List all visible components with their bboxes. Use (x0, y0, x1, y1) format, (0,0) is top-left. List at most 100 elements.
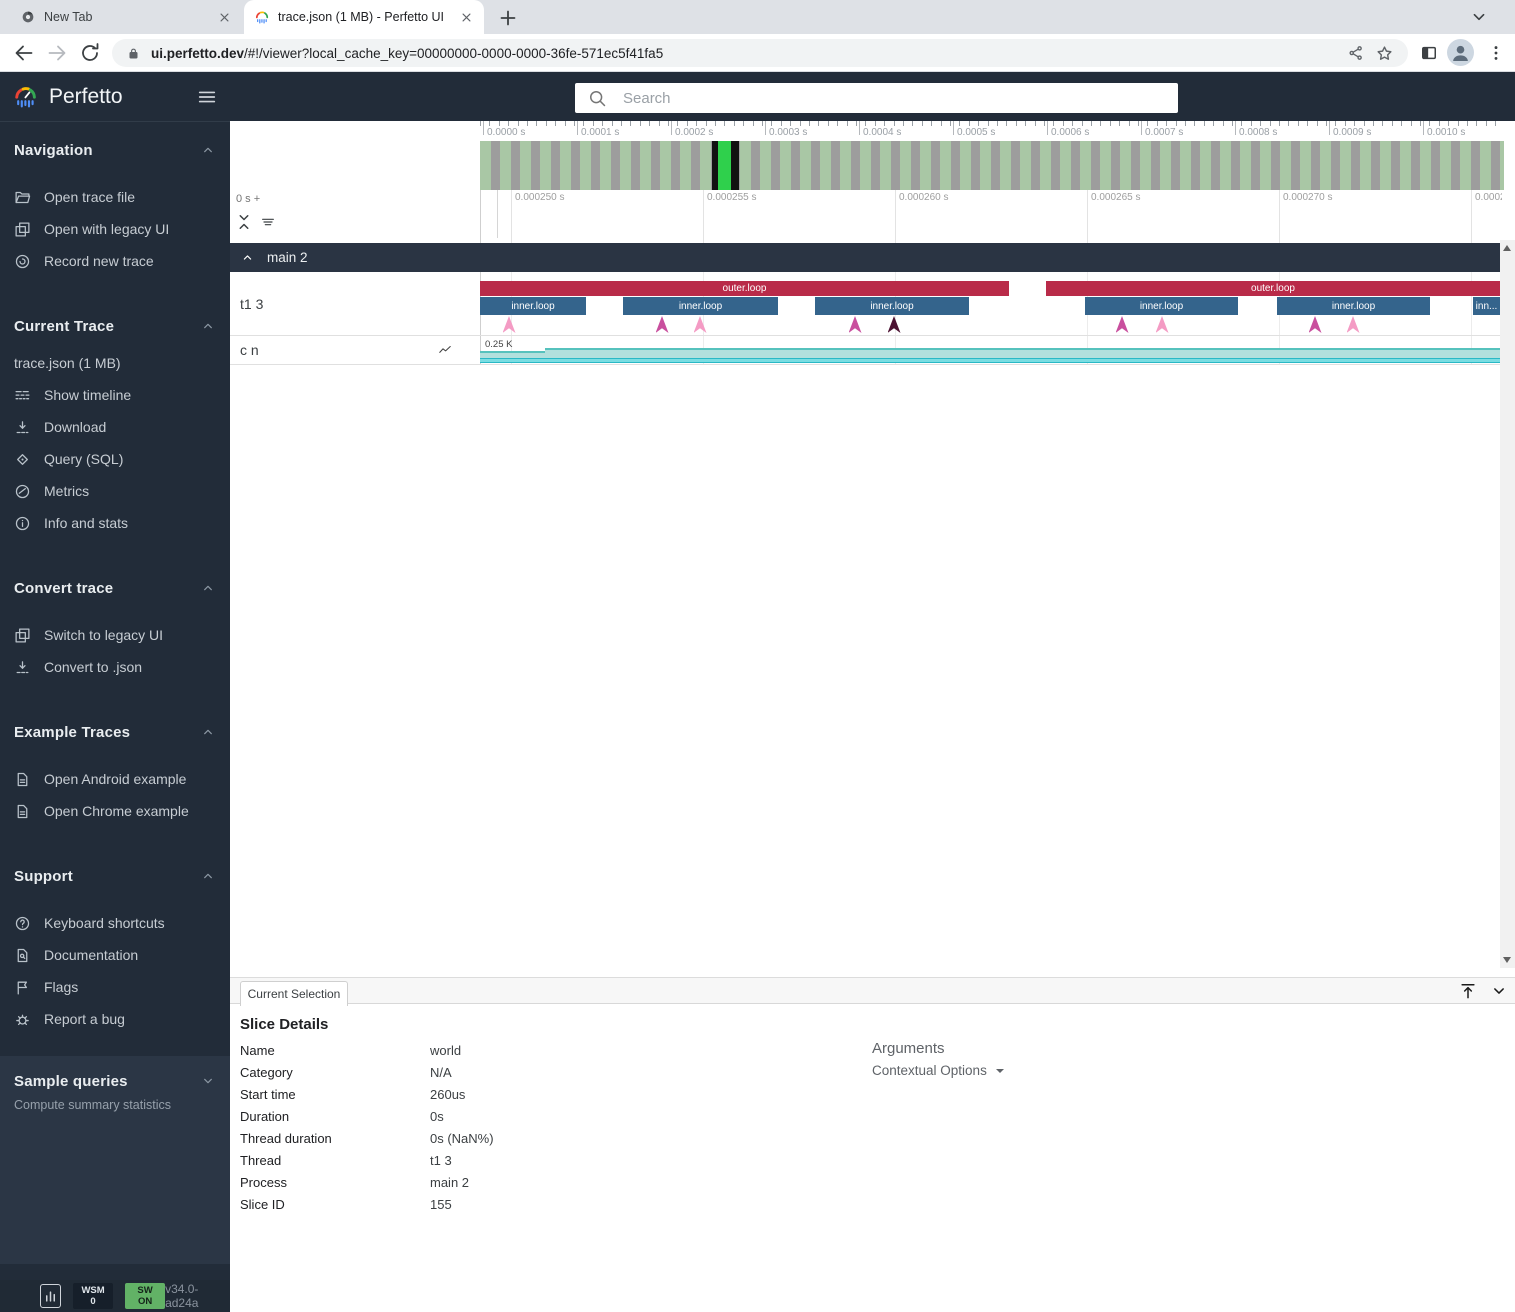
tab-close-icon[interactable] (217, 10, 232, 25)
sidebar-item-documentation[interactable]: Documentation (0, 939, 230, 971)
forward-button[interactable] (45, 41, 69, 65)
wsm-badge[interactable]: WSM 0 (73, 1283, 113, 1309)
new-tab-button[interactable] (496, 6, 520, 30)
chevron-down-icon[interactable] (200, 1073, 216, 1089)
instant-marker[interactable] (1309, 316, 1322, 333)
tracks-scrollbar[interactable] (1500, 240, 1515, 968)
section-header-convert-trace[interactable]: Convert trace (0, 579, 230, 597)
tab-search-icon[interactable] (1468, 6, 1490, 28)
chevron-up-icon[interactable] (200, 580, 216, 596)
chevron-up-icon[interactable] (200, 868, 216, 884)
ruler-major-tick (1141, 121, 1142, 135)
share-icon[interactable] (1347, 44, 1365, 62)
bookmark-star-icon[interactable] (1375, 44, 1394, 63)
ruler-minor-tick (743, 121, 744, 126)
process-group-header[interactable]: main 2 (230, 243, 1500, 272)
slice-inner-loop[interactable]: inner.loop (480, 297, 586, 315)
slice-inner-loop[interactable]: inner.loop (1085, 297, 1238, 315)
viewport-handle[interactable] (731, 141, 739, 190)
profile-avatar[interactable] (1447, 39, 1474, 66)
url-bar[interactable]: ui.perfetto.dev/#!/viewer?local_cache_ke… (112, 39, 1408, 67)
sidebar-item-open-chrome-example[interactable]: Open Chrome example (0, 795, 230, 827)
sidebar-item-record-new-trace[interactable]: Record new trace (0, 245, 230, 277)
sidebar-item-metrics[interactable]: Metrics (0, 475, 230, 507)
sidebar-item-convert-to-json[interactable]: Convert to .json (0, 651, 230, 683)
slice-outer-loop[interactable]: outer.loop (1046, 281, 1500, 296)
viewport-selection[interactable] (712, 141, 739, 190)
slice-inner-loop[interactable]: inner.loop (1277, 297, 1430, 315)
ruler-minor-tick (1147, 121, 1148, 126)
counter-fill-segment (545, 348, 1500, 358)
instant-marker[interactable] (694, 316, 707, 333)
search-box[interactable] (575, 83, 1178, 113)
viewport-range[interactable] (718, 141, 731, 190)
chevron-up-icon[interactable] (200, 724, 216, 740)
overview-ruler: 0.0000 s0.0001 s0.0002 s0.0003 s0.0004 s… (230, 121, 1515, 141)
slice-inner-loop[interactable]: inner.loop (623, 297, 778, 315)
browser-tab-new-tab[interactable]: New Tab (10, 0, 242, 34)
section-header-sample-queries[interactable]: Sample queries (0, 1072, 230, 1090)
section-header-current-trace[interactable]: Current Trace (0, 317, 230, 335)
sidebar-item-open-with-legacy-ui[interactable]: Open with legacy UI (0, 213, 230, 245)
section-items: Open trace fileOpen with legacy UIRecord… (0, 181, 230, 277)
sidebar-item-label: Info and stats (44, 515, 128, 531)
ruler-minor-tick (527, 121, 528, 126)
hotkeys-chart-button[interactable] (40, 1284, 61, 1308)
sidebar-item-open-trace-file[interactable]: Open trace file (0, 181, 230, 213)
time-gridline-label: 0.0002 (1475, 192, 1502, 203)
tab-close-icon[interactable] (459, 10, 474, 25)
sw-badge[interactable]: SW ON (125, 1283, 165, 1309)
main-area: 0.0000 s0.0001 s0.0002 s0.0003 s0.0004 s… (230, 72, 1515, 1312)
instant-marker[interactable] (503, 316, 516, 333)
instant-marker[interactable] (1116, 316, 1129, 333)
collapse-group-icon[interactable] (240, 250, 255, 265)
sidebar-item-query-sql[interactable]: Query (SQL) (0, 443, 230, 475)
chevron-up-icon[interactable] (200, 142, 216, 158)
ruler-minor-tick (546, 121, 547, 126)
slice-inner-loop[interactable]: inner.loop (815, 297, 969, 315)
current-selection-tab[interactable]: Current Selection (240, 981, 348, 1006)
chevron-up-icon[interactable] (200, 318, 216, 334)
view-time-ruler: 0 s + 0.000250 s0.000255 s0.000260 s0.00… (230, 190, 1515, 238)
scroll-up-icon[interactable] (1503, 245, 1511, 251)
side-panel-icon[interactable] (1419, 43, 1439, 63)
instant-marker[interactable] (849, 316, 862, 333)
instant-marker[interactable] (1156, 316, 1169, 333)
ruler-minor-tick (1448, 121, 1449, 126)
back-button[interactable] (12, 41, 36, 65)
sidebar-item-download[interactable]: Download (0, 411, 230, 443)
ruler-minor-tick (574, 121, 575, 126)
section-header-example-traces[interactable]: Example Traces (0, 723, 230, 741)
collapse-tracks-icon[interactable] (234, 212, 254, 232)
sidebar-item-flags[interactable]: Flags (0, 971, 230, 1003)
sidebar-item-keyboard-shortcuts[interactable]: Keyboard shortcuts (0, 907, 230, 939)
search-input[interactable] (621, 89, 1166, 108)
section-header-support[interactable]: Support (0, 867, 230, 885)
ruler-minor-tick (621, 121, 622, 126)
instant-marker[interactable] (656, 316, 669, 333)
minimap[interactable] (480, 141, 1504, 190)
ruler-label: 0.0008 s (1239, 127, 1277, 138)
track-filter-icon[interactable] (258, 214, 278, 230)
browser-tab-perfetto[interactable]: trace.json (1 MB) - Perfetto UI (244, 0, 484, 34)
scroll-down-icon[interactable] (1503, 957, 1511, 963)
ruler-minor-tick (1354, 121, 1355, 126)
sample-query-item[interactable]: Compute summary statistics (0, 1098, 230, 1112)
sidebar-item-report-a-bug[interactable]: Report a bug (0, 1003, 230, 1035)
sidebar-item-open-android-example[interactable]: Open Android example (0, 763, 230, 795)
ruler-minor-tick (1495, 121, 1496, 126)
menu-burger-icon[interactable] (196, 86, 218, 108)
ruler-major-tick (1047, 121, 1048, 135)
instant-marker[interactable] (1347, 316, 1360, 333)
sidebar-item-info-and-stats[interactable]: Info and stats (0, 507, 230, 539)
sidebar-item-show-timeline[interactable]: Show timeline (0, 379, 230, 411)
slice-outer-loop[interactable]: outer.loop (480, 281, 1009, 296)
section-header-navigation[interactable]: Navigation (0, 141, 230, 159)
instant-marker-selected[interactable] (888, 316, 901, 333)
ruler-minor-tick (1307, 121, 1308, 126)
sidebar-item-switch-to-legacy-ui[interactable]: Switch to legacy UI (0, 619, 230, 651)
browser-menu-icon[interactable] (1486, 43, 1506, 63)
file-icon (14, 771, 31, 788)
slice-inn[interactable]: inn... (1473, 297, 1500, 315)
reload-button[interactable] (78, 41, 102, 65)
